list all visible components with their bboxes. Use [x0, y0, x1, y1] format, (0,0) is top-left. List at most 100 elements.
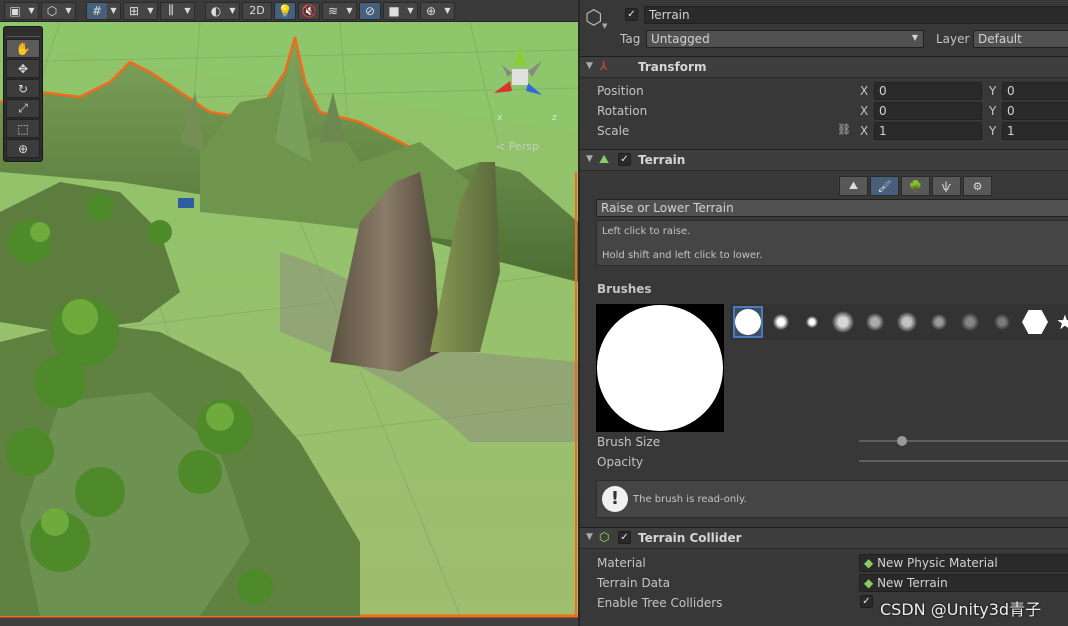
constrain-proportions-icon[interactable]: ⛓: [837, 123, 851, 136]
hidden-objects-toggle[interactable]: ⊘: [359, 1, 381, 20]
terrain-settings-button[interactable]: ⚙: [963, 176, 992, 196]
scale-icon: ⤢: [18, 101, 28, 115]
scene-viewport[interactable]: x z < Persp: [0, 22, 578, 626]
brush-item[interactable]: [955, 306, 985, 338]
terrain-data-icon: ◆: [864, 576, 874, 590]
terrain-data-label: Terrain Data: [597, 576, 671, 590]
paint-terrain-button[interactable]: 🖌: [870, 176, 899, 196]
active-checkbox[interactable]: ✓: [625, 8, 638, 21]
grass-icon: ѱ: [941, 179, 952, 193]
rect-tool[interactable]: ⬚: [6, 119, 40, 138]
move-tool[interactable]: ✥: [6, 59, 40, 78]
help-line-1: Left click to raise.: [602, 226, 691, 237]
brush-icon: 🖌: [877, 179, 892, 193]
collider-enabled-checkbox[interactable]: ✓: [618, 531, 631, 544]
brush-item[interactable]: [860, 306, 890, 338]
palette-grip[interactable]: [6, 29, 40, 37]
gear-icon: ⚙: [972, 179, 983, 193]
rotate-tool[interactable]: ↻: [6, 79, 40, 98]
material-field[interactable]: ◆ New Physic Material: [859, 554, 1068, 572]
tag-label: Tag: [620, 32, 641, 46]
shading-button[interactable]: ⬡: [41, 1, 63, 20]
terrain-enabled-checkbox[interactable]: ✓: [618, 153, 631, 166]
object-name-field[interactable]: Terrain: [644, 6, 1068, 24]
snap-increment-dropdown[interactable]: ▼: [144, 1, 158, 20]
gizmos-dropdown[interactable]: ▼: [441, 1, 455, 20]
icon-dropdown[interactable]: ▼: [602, 22, 607, 30]
foldout-arrow-icon: ▼: [586, 532, 593, 542]
scale-tool[interactable]: ⤢: [6, 99, 40, 118]
perspective-label[interactable]: < Persp: [496, 140, 539, 153]
brush-item[interactable]: [733, 306, 763, 338]
lighting-toggle[interactable]: 💡: [274, 1, 296, 20]
rotation-x-field[interactable]: 0: [874, 102, 982, 120]
terrain-add-icon: ⛰: [848, 179, 859, 192]
physic-material-icon: ◆: [864, 556, 874, 570]
position-x-field[interactable]: 0: [874, 82, 982, 100]
gizmos-button[interactable]: ⊕: [420, 1, 442, 20]
brush-size-slider-thumb[interactable]: [897, 436, 907, 446]
transform-title: Transform: [638, 60, 707, 74]
grid-visibility-button[interactable]: ⫼: [160, 1, 182, 20]
brush-item[interactable]: [828, 306, 858, 338]
2d-toggle[interactable]: 2D: [242, 1, 272, 20]
terrain-collider-header[interactable]: ▼ ⬡ ✓ Terrain Collider: [580, 527, 1068, 549]
terrain-component-header[interactable]: ▼ ⛰ ✓ Terrain: [580, 149, 1068, 171]
camera-button[interactable]: ■: [383, 1, 405, 20]
brush-item[interactable]: ★: [1050, 306, 1068, 338]
paint-trees-button[interactable]: 🌳: [901, 176, 930, 196]
transform-icon: ⊕: [17, 141, 29, 156]
gizmo-z-label: z: [552, 113, 557, 123]
collider-title: Terrain Collider: [638, 531, 742, 545]
scene-view[interactable]: ▣ ▼ ⬡ ▼ # ▼ ⊞ ▼ ⫼ ▼ ◐ ▼ 2D 💡 🔇 ≋ ▼ ⊘ ■ ▼…: [0, 0, 578, 626]
snap-icon: ⊞: [128, 3, 140, 18]
shading-mode-button[interactable]: ◐: [205, 1, 227, 20]
brush-item[interactable]: [892, 306, 922, 338]
draw-mode-dropdown[interactable]: ▼: [25, 1, 39, 20]
collider-icon: ⬡: [599, 530, 610, 544]
grid-plane-icon: ⫼: [168, 3, 174, 17]
enable-tree-colliders-checkbox[interactable]: ✓: [860, 595, 873, 608]
shading-dropdown[interactable]: ▼: [62, 1, 76, 20]
scale-y-label: Y: [989, 124, 997, 138]
scale-y-field[interactable]: 1: [1002, 122, 1068, 140]
layer-dropdown[interactable]: Default: [973, 30, 1068, 48]
camera-icon: ■: [388, 3, 400, 18]
brush-size-label: Brush Size: [597, 435, 661, 449]
effects-dropdown[interactable]: ▼: [343, 1, 357, 20]
shading-mode-dropdown[interactable]: ▼: [226, 1, 240, 20]
brush-item[interactable]: [1020, 306, 1050, 338]
layer-label: Layer: [936, 32, 970, 46]
brush-item[interactable]: [766, 306, 796, 338]
paint-details-button[interactable]: ѱ: [932, 176, 961, 196]
transform-tool[interactable]: ⊕: [6, 139, 40, 158]
rotation-y-field[interactable]: 0: [1002, 102, 1068, 120]
lightbulb-icon: 💡: [277, 3, 293, 18]
position-y-field[interactable]: 0: [1002, 82, 1068, 100]
grid-icon: #: [91, 3, 103, 18]
grid-snap-dropdown[interactable]: ▼: [107, 1, 121, 20]
enable-tree-colliders-label: Enable Tree Colliders: [597, 596, 723, 610]
globe-icon: ⊕: [425, 3, 437, 18]
grid-visibility-dropdown[interactable]: ▼: [181, 1, 195, 20]
brush-item[interactable]: [797, 306, 827, 338]
hand-tool[interactable]: ✋: [6, 39, 40, 58]
opacity-slider[interactable]: [859, 460, 1068, 462]
terrain-data-field[interactable]: ◆ New Terrain: [859, 574, 1068, 592]
brush-item[interactable]: [987, 306, 1017, 338]
rect-icon: ⬚: [17, 121, 29, 136]
terrain-tool-dropdown[interactable]: Raise or Lower Terrain: [596, 199, 1068, 217]
create-neighbor-terrain-button[interactable]: ⛰: [839, 176, 868, 196]
brush-size-slider[interactable]: [859, 440, 1068, 442]
transform-header[interactable]: ▼ ⅄ Transform: [580, 56, 1068, 78]
camera-dropdown[interactable]: ▼: [404, 1, 418, 20]
grid-snap-button[interactable]: #: [86, 1, 108, 20]
effects-button[interactable]: ≋: [322, 1, 344, 20]
draw-mode-button[interactable]: ▣: [4, 1, 26, 20]
scale-x-field[interactable]: 1: [874, 122, 982, 140]
tag-dropdown[interactable]: Untagged ▼: [646, 30, 924, 48]
audio-toggle[interactable]: 🔇: [298, 1, 320, 20]
material-value: New Physic Material: [877, 556, 998, 570]
snap-increment-button[interactable]: ⊞: [123, 1, 145, 20]
brush-item[interactable]: [924, 306, 954, 338]
